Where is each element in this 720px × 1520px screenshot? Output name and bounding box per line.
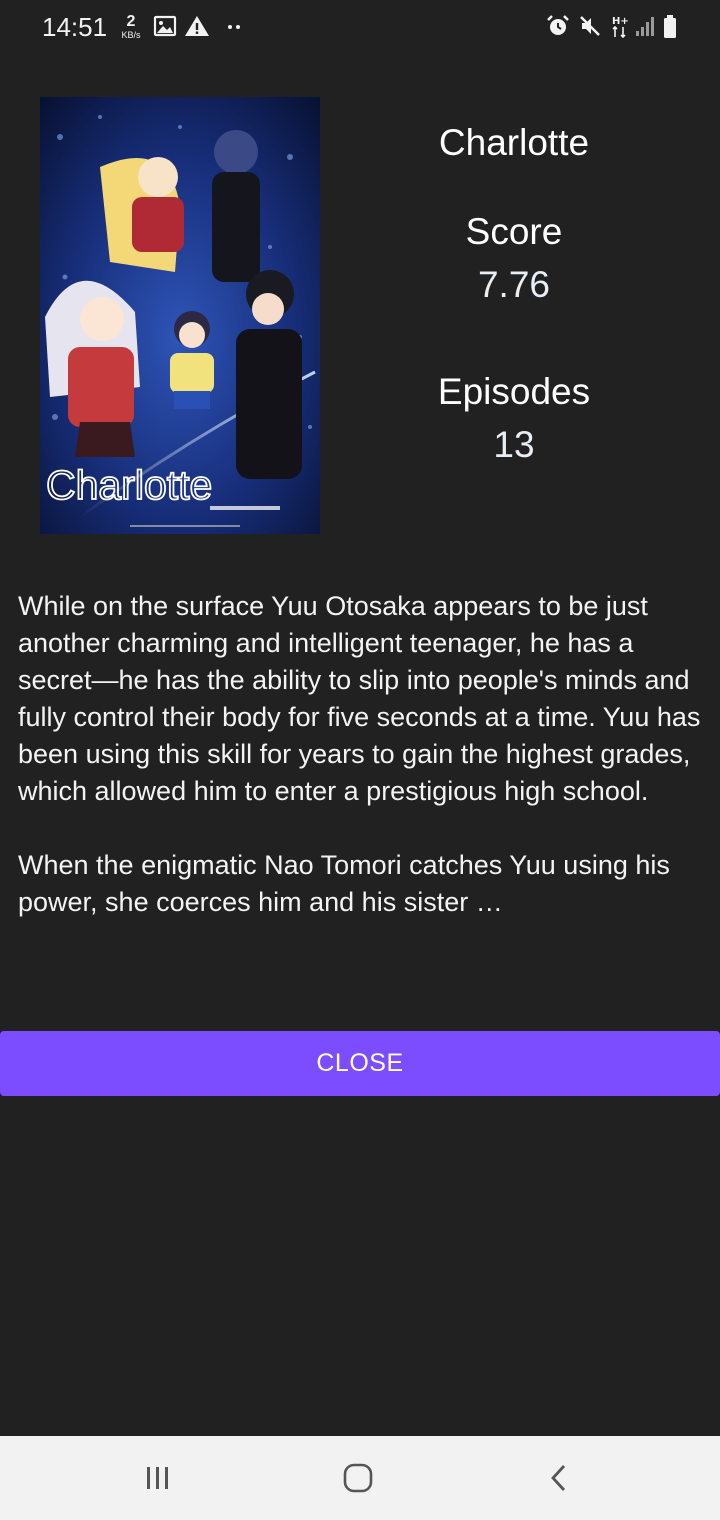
score-label: Score xyxy=(465,211,563,252)
status-time: 14:51 xyxy=(42,12,108,42)
more-dots-icon xyxy=(228,25,240,29)
score-value: 7.76 xyxy=(477,264,550,305)
home-icon xyxy=(343,1463,373,1493)
warning-icon xyxy=(185,16,209,36)
recent-apps-button[interactable] xyxy=(127,1458,187,1498)
episodes-label: Episodes xyxy=(437,371,591,412)
network-speed-unit: KB/s xyxy=(121,30,141,40)
signal-icon xyxy=(636,17,654,36)
close-button[interactable]: CLOSE xyxy=(0,1031,720,1096)
mute-icon xyxy=(580,16,600,36)
recent-apps-icon xyxy=(147,1467,168,1489)
poster-artwork: Charlotte xyxy=(40,97,320,534)
synopsis-text: While on the surface Yuu Otosaka appears… xyxy=(18,591,701,917)
battery-icon xyxy=(664,15,676,38)
status-bar: 14:51 2 KB/s H+ xyxy=(0,0,720,56)
home-button[interactable] xyxy=(328,1458,388,1498)
network-speed-value: 2 xyxy=(126,13,136,30)
network-speed-indicator: 2 KB/s xyxy=(116,14,146,40)
anime-title: Charlotte xyxy=(438,122,590,163)
navigation-bar xyxy=(0,1436,720,1520)
alarm-icon xyxy=(547,15,569,35)
back-button[interactable] xyxy=(530,1458,590,1498)
anime-poster: Charlotte xyxy=(40,97,320,534)
back-icon xyxy=(551,1465,566,1491)
svg-text:H+: H+ xyxy=(612,16,629,27)
episodes-value: 13 xyxy=(493,424,535,465)
hplus-data-icon: H+ xyxy=(612,16,629,39)
image-icon xyxy=(153,15,177,37)
poster-logo-text: Charlotte xyxy=(46,462,212,508)
